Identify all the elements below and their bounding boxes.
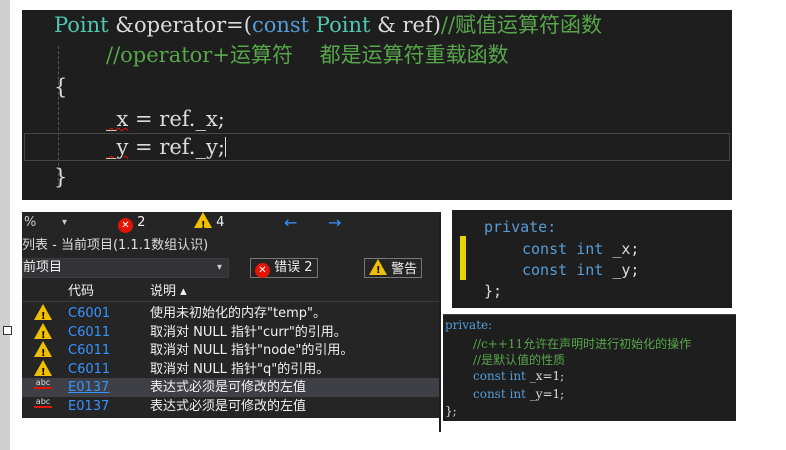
- code-line-4: _x = ref._x;: [106, 107, 225, 131]
- error-code-link[interactable]: C6011: [68, 323, 110, 342]
- column-header: 代码 说明 ▴: [22, 282, 439, 302]
- error-icon: ✕: [118, 218, 133, 233]
- code-editor-top[interactable]: Point &operator=(const Point & ref)//赋值运…: [22, 10, 732, 200]
- zoom-level: %: [24, 215, 37, 230]
- errors-filter-button[interactable]: ✕ 错误 2: [250, 258, 318, 278]
- code-editor-bottom[interactable]: private: //c++11允许在声明时进行初始化的操作 //是默认值的性质…: [443, 314, 736, 421]
- bot-line-4: const int _x=1;: [473, 369, 565, 383]
- error-description: 表达式必须是可修改的左值: [150, 398, 307, 414]
- left-edge-bar: [0, 0, 10, 450]
- mid-line-3: const int _y;: [522, 261, 640, 279]
- error-list-panel: % ▾ ✕ 2 ! 4 ← → 列表 - 当前项目(1.1.1数组认识) 前项目…: [22, 212, 439, 418]
- divider: [439, 212, 441, 432]
- error-code-link[interactable]: C6011: [68, 341, 110, 360]
- chevron-down-icon: ▾: [216, 262, 222, 273]
- table-row[interactable]: ! C6011 取消对 NULL 指针"node"的引用。: [22, 341, 439, 360]
- code-editor-mid[interactable]: private: const int _x; const int _y; };: [452, 210, 732, 308]
- sort-ascending-icon: ▴: [180, 284, 187, 299]
- abc-error-icon: abc: [34, 396, 52, 408]
- error-list-toolbar: % ▾ ✕ 2 ! 4 ← →: [22, 212, 439, 234]
- mid-line-4: };: [484, 282, 503, 300]
- error-code-link[interactable]: E0137: [68, 378, 109, 397]
- warning-icon: !: [34, 341, 52, 359]
- warning-icon: !: [34, 322, 52, 341]
- collapse-square-icon[interactable]: [3, 326, 12, 335]
- bot-line-3: //是默认值的性质: [473, 353, 566, 367]
- warning-icon: !: [34, 304, 52, 322]
- error-icon: ✕: [255, 263, 270, 278]
- error-description: 取消对 NULL 指针"curr"的引用。: [150, 324, 347, 340]
- warnings-filter-button[interactable]: ! 警告: [364, 258, 423, 278]
- column-description[interactable]: 说明 ▴: [150, 282, 187, 301]
- text-caret: [224, 137, 226, 157]
- code-line-3: {: [54, 75, 68, 99]
- mid-line-2: const int _x;: [522, 240, 640, 258]
- forward-arrow-icon[interactable]: →: [328, 212, 341, 234]
- error-code-link[interactable]: C6011: [68, 360, 110, 379]
- error-description: 使用未初始化的内存"temp"。: [150, 306, 326, 321]
- error-count-button[interactable]: ✕ 2: [118, 212, 145, 234]
- warning-icon: !: [34, 359, 52, 378]
- zoom-dropdown-icon[interactable]: ▾: [62, 212, 67, 234]
- filter-bar: 前项目 ▾ ✕ 错误 2 ! 警告: [22, 258, 439, 280]
- error-description: 取消对 NULL 指针"node"的引用。: [150, 343, 354, 358]
- mid-line-1: private:: [484, 218, 557, 236]
- error-description: 表达式必须是可修改的左值: [150, 380, 307, 395]
- code-line-5: _y = ref._y;: [106, 135, 226, 159]
- code-line-1: Point &operator=(const Point & ref)//赋值运…: [54, 13, 603, 37]
- warning-count-button[interactable]: ! 4: [194, 212, 224, 234]
- bot-line-5: const int _y=1;: [473, 387, 565, 401]
- table-row[interactable]: abc E0137 表达式必须是可修改的左值: [22, 397, 439, 416]
- code-line-6: }: [54, 165, 68, 189]
- error-description: 取消对 NULL 指针"q"的引用。: [150, 361, 330, 377]
- error-code-link[interactable]: E0137: [68, 397, 109, 416]
- error-code-link[interactable]: C6001: [68, 304, 110, 323]
- table-row[interactable]: ! C6011 取消对 NULL 指针"curr"的引用。: [22, 322, 439, 342]
- column-code[interactable]: 代码: [68, 282, 94, 301]
- error-list-title: 列表 - 当前项目(1.1.1数组认识): [22, 238, 209, 253]
- warning-icon: !: [369, 259, 387, 276]
- abc-error-icon: abc: [34, 378, 52, 389]
- code-line-2: //operator+运算符 都是运算符重载函数: [106, 43, 509, 67]
- bot-line-1: private:: [445, 318, 493, 332]
- bot-line-2: //c++11允许在声明时进行初始化的操作: [473, 337, 692, 351]
- bot-line-6: };: [445, 404, 457, 418]
- scope-dropdown[interactable]: 前项目 ▾: [22, 258, 229, 278]
- table-row[interactable]: ! C6001 使用未初始化的内存"temp"。: [22, 304, 439, 323]
- change-marker: [460, 236, 466, 280]
- table-row[interactable]: ! C6011 取消对 NULL 指针"q"的引用。: [22, 359, 439, 379]
- warning-icon: !: [194, 212, 212, 231]
- table-row[interactable]: abc E0137 表达式必须是可修改的左值: [22, 378, 439, 397]
- back-arrow-icon[interactable]: ←: [284, 212, 297, 234]
